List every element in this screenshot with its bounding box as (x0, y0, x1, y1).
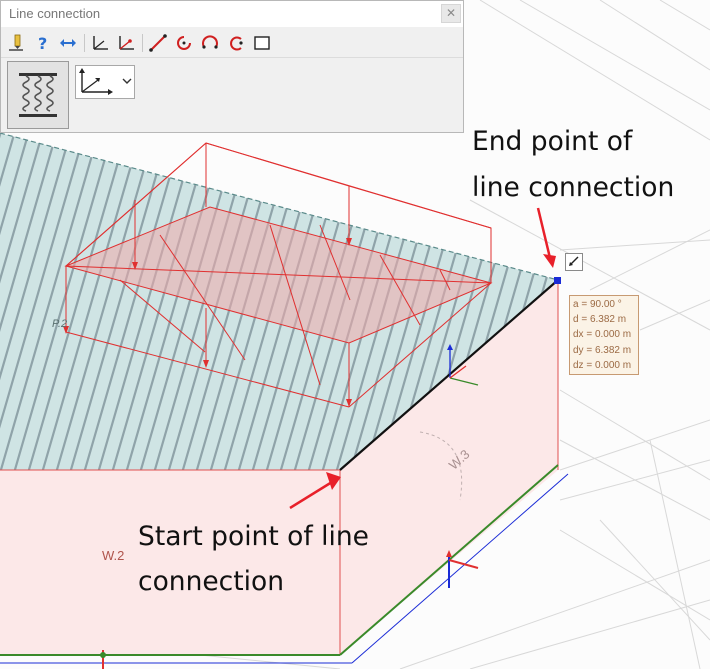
plate-label: P.2 (52, 318, 68, 330)
end-point-marker[interactable] (554, 277, 561, 284)
close-button[interactable]: ✕ (441, 4, 461, 23)
spring-line-support-icon[interactable] (7, 61, 69, 129)
snap-endpoint-icon[interactable] (565, 253, 583, 271)
arc-center-icon[interactable] (173, 32, 195, 54)
swap-arrows-icon[interactable] (57, 32, 79, 54)
end-point-annotation-line2: line connection (472, 172, 675, 203)
dialog-toolbar: ? (1, 29, 463, 58)
measure-dy: dy = 6.382 m (573, 344, 632, 356)
line-connection-dialog[interactable]: Line connection ✕ ? (0, 0, 464, 133)
line-icon[interactable] (147, 32, 169, 54)
arc-icon[interactable] (199, 32, 221, 54)
axis-system-red-icon[interactable] (115, 32, 137, 54)
arc-3point-icon[interactable] (225, 32, 247, 54)
end-point-annotation-line1: End point of (472, 126, 633, 157)
coordinate-system-select[interactable] (75, 65, 135, 99)
axis-system-icon[interactable] (89, 32, 111, 54)
rectangle-icon[interactable] (251, 32, 273, 54)
measurement-info: a = 90.00 ° d = 6.382 m dx = 0.000 m dy … (569, 295, 639, 376)
axis-system-icon (79, 68, 113, 95)
measure-dx: dx = 0.000 m (573, 329, 632, 341)
help-icon[interactable]: ? (32, 32, 54, 54)
svg-text:?: ? (38, 34, 47, 53)
measure-dz: dz = 0.000 m (573, 359, 632, 371)
measure-distance: d = 6.382 m (573, 314, 627, 326)
start-point-annotation-line1: Start point of line (138, 521, 369, 552)
hatch-line (628, 100, 710, 480)
start-point-annotation-line2: connection (138, 566, 285, 597)
edit-pencil-icon[interactable] (5, 32, 27, 54)
measure-angle: a = 90.00 ° (573, 299, 622, 310)
dialog-titlebar[interactable]: Line connection ✕ (1, 1, 463, 27)
dialog-title: Line connection (9, 6, 101, 21)
cad-viewport[interactable]: W.2 W.3 P.2 a = 90.00 ° d = 6.382 m dx =… (0, 0, 710, 669)
wall-label-w2: W.2 (102, 548, 125, 563)
support-axis-glyph (446, 550, 479, 588)
chevron-down-icon[interactable] (120, 74, 134, 88)
